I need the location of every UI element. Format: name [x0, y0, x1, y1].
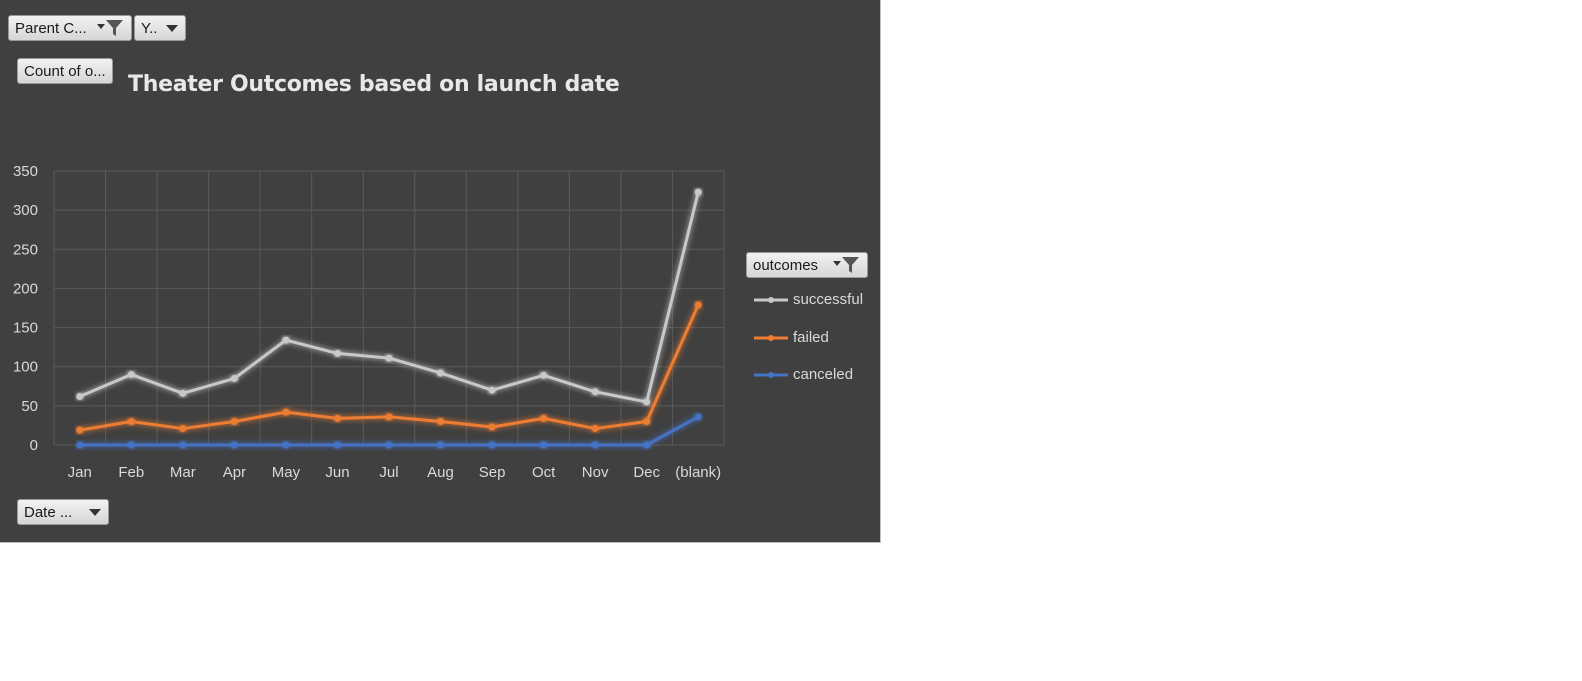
- data-point-canceled: [540, 441, 548, 449]
- filter-dropdown-icon: [831, 255, 861, 275]
- legend-item-successful[interactable]: successful: [754, 291, 863, 308]
- date-axis-field-button[interactable]: Date ...: [17, 499, 109, 525]
- chart-gridlines: [53, 170, 725, 446]
- data-point-successful: [488, 386, 496, 394]
- x-tick-label: Dec: [633, 464, 660, 481]
- data-point-failed: [230, 418, 238, 426]
- y-tick-label: 350: [13, 163, 38, 180]
- series-failed: [76, 301, 702, 434]
- data-point-successful: [385, 354, 393, 362]
- y-tick-label: 100: [13, 359, 38, 376]
- pivot-chart-panel: Parent C... Y.. Count of o... Theater Ou…: [0, 0, 881, 543]
- data-point-failed: [643, 418, 651, 426]
- x-tick-label: Mar: [170, 464, 196, 481]
- data-point-successful: [127, 371, 135, 379]
- data-point-canceled: [282, 441, 290, 449]
- y-tick-label: 50: [21, 398, 38, 415]
- legend-swatch-successful: [754, 296, 788, 303]
- data-point-failed: [76, 426, 84, 434]
- series-line-failed: [79, 304, 700, 432]
- data-point-failed: [179, 425, 187, 433]
- data-point-successful: [694, 188, 702, 196]
- data-point-canceled: [591, 441, 599, 449]
- legend-swatch-canceled: [754, 371, 788, 378]
- legend-swatch-failed: [754, 334, 788, 341]
- series-line-canceled: [79, 415, 699, 447]
- data-point-successful: [282, 336, 290, 344]
- x-tick-label: Nov: [582, 464, 609, 481]
- data-point-successful: [591, 388, 599, 396]
- y-tick-label: 0: [30, 437, 38, 454]
- data-point-canceled: [385, 441, 393, 449]
- y-tick-label: 250: [13, 241, 38, 258]
- x-tick-label: May: [272, 464, 301, 481]
- x-tick-label: Oct: [532, 464, 556, 481]
- data-point-canceled: [437, 441, 445, 449]
- data-point-failed: [488, 423, 496, 431]
- chevron-down-icon: [88, 507, 102, 517]
- x-tick-label: Aug: [427, 464, 454, 481]
- data-point-canceled: [488, 441, 496, 449]
- data-point-canceled: [179, 441, 187, 449]
- chart-series: [76, 188, 702, 449]
- series-successful: [76, 188, 702, 406]
- data-point-canceled: [694, 413, 702, 421]
- legend-item-canceled[interactable]: canceled: [754, 366, 853, 383]
- y-tick-label: 200: [13, 280, 38, 297]
- data-point-failed: [694, 301, 702, 309]
- data-point-successful: [540, 371, 548, 379]
- data-point-canceled: [333, 441, 341, 449]
- data-point-successful: [643, 398, 651, 406]
- data-point-failed: [127, 418, 135, 426]
- x-tick-label: Feb: [118, 464, 144, 481]
- data-point-failed: [282, 408, 290, 416]
- data-point-failed: [540, 414, 548, 422]
- data-point-successful: [76, 392, 84, 400]
- data-point-canceled: [127, 441, 135, 449]
- legend-label-failed: failed: [793, 329, 829, 346]
- data-point-failed: [333, 414, 341, 422]
- data-point-successful: [437, 369, 445, 377]
- x-tick-label: Jan: [68, 464, 92, 481]
- y-tick-label: 300: [13, 202, 38, 219]
- legend-label-canceled: canceled: [793, 366, 854, 383]
- data-point-successful: [230, 374, 238, 382]
- series-line-successful: [79, 191, 700, 404]
- date-axis-field-label: Date ...: [24, 503, 73, 521]
- data-point-canceled: [643, 441, 651, 449]
- data-point-failed: [437, 418, 445, 426]
- data-point-successful: [333, 349, 341, 357]
- outcomes-filter-label: outcomes: [753, 256, 819, 274]
- data-point-canceled: [76, 441, 84, 449]
- legend-item-failed[interactable]: failed: [754, 329, 829, 346]
- data-point-failed: [591, 425, 599, 433]
- x-tick-label: Jun: [325, 464, 349, 481]
- x-tick-label: Sep: [479, 464, 506, 481]
- chart-axes: 0 50 100 150 200 250 300 350 Jan Feb Mar Apr May Jun J…: [13, 163, 721, 481]
- y-tick-label: 150: [13, 320, 38, 337]
- data-point-canceled: [230, 441, 238, 449]
- outcomes-filter-button[interactable]: outcomes: [746, 252, 868, 278]
- x-tick-label: (blank): [675, 464, 721, 481]
- data-point-successful: [179, 389, 187, 397]
- legend-label-successful: successful: [793, 291, 864, 308]
- data-point-failed: [385, 413, 393, 421]
- x-tick-label: Jul: [379, 464, 398, 481]
- x-tick-label: Apr: [223, 464, 246, 481]
